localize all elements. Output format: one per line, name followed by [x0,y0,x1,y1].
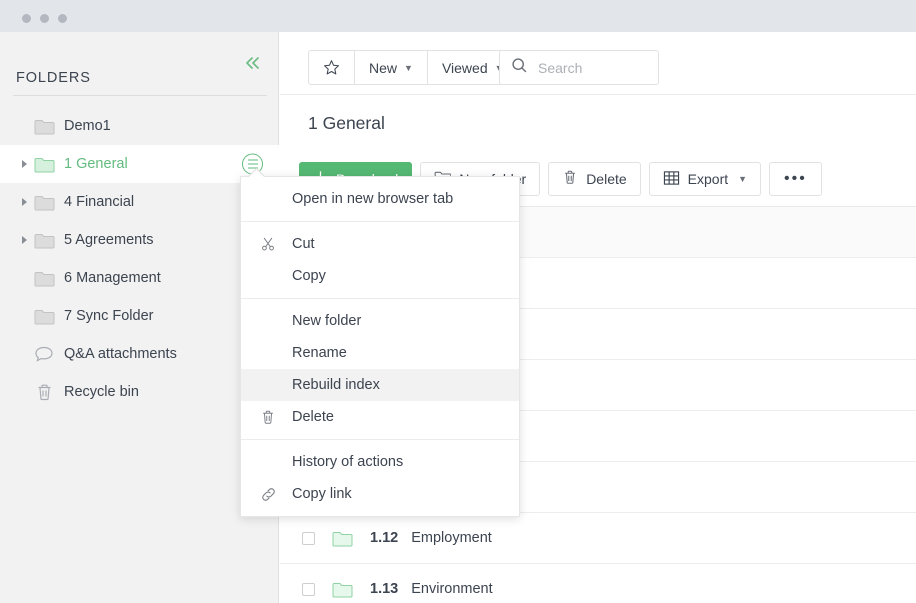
chevron-down-icon: ▼ [738,174,747,184]
table-row[interactable]: 1.12 Employment [280,513,916,564]
menu-item-history-of-actions[interactable]: History of actions [241,446,519,478]
viewed-label: Viewed [442,60,488,76]
collapse-sidebar-button[interactable] [242,52,264,74]
export-label: Export [688,171,728,187]
close-button[interactable] [22,14,31,23]
expand-caret-icon[interactable] [14,198,34,206]
sidebar-heading: FOLDERS [16,70,91,86]
menu-item-label: Rebuild index [282,377,380,393]
double-chevron-left-icon [243,55,263,71]
link-icon [254,486,282,503]
row-number: 1.12 [370,530,398,546]
table-row[interactable]: 1.13 Environment [280,564,916,603]
sidebar-item-5-agreements[interactable]: 5 Agreements [0,221,279,259]
folder-green-icon [332,581,354,598]
menu-item-copy[interactable]: Copy [241,260,519,292]
trash-icon [254,409,282,426]
menu-item-rebuild-index[interactable]: Rebuild index [241,369,519,401]
menu-item-label: Copy link [282,486,352,502]
menu-item-label: Delete [282,409,334,425]
menu-item-label: Cut [282,236,315,252]
folder-icon [34,232,60,249]
menu-item-label: Rename [282,345,347,361]
context-menu-section: History of actions Copy link [241,440,519,516]
sidebar-item-label: 4 Financial [60,194,134,210]
menu-item-rename[interactable]: Rename [241,337,519,369]
row-name: Environment [411,581,492,597]
menu-item-cut[interactable]: Cut [241,228,519,260]
sidebar-item-label: 1 General [60,156,128,172]
scissors-icon [254,236,282,252]
folder-tree: Demo1 1 General [0,107,279,411]
search-placeholder: Search [538,60,582,76]
folder-icon [34,194,60,211]
sidebar-item-label: Q&A attachments [60,346,177,362]
folder-icon [34,118,60,135]
menu-item-copy-link[interactable]: Copy link [241,478,519,510]
export-dropdown-button[interactable]: Export ▼ [649,162,761,196]
sidebar-divider [13,95,267,96]
more-actions-button[interactable]: ••• [769,162,822,196]
delete-button[interactable]: Delete [548,162,640,196]
favorite-button[interactable] [309,51,355,84]
trash-icon [562,169,578,189]
app-window: FOLDERS Demo1 [0,0,916,603]
folder-icon [34,308,60,325]
chevron-down-icon: ▼ [404,63,413,73]
menu-item-delete[interactable]: Delete [241,401,519,433]
menu-item-open-in-new-browser-tab[interactable]: Open in new browser tab [241,183,519,215]
top-toolbar: New ▼ Viewed ▼ Search [280,32,916,95]
folders-sidebar: FOLDERS Demo1 [0,32,279,603]
context-menu-section: New folder Rename Rebuild index Delet [241,299,519,440]
menu-item-new-folder[interactable]: New folder [241,305,519,337]
menu-item-label: Copy [282,268,326,284]
new-dropdown-button[interactable]: New ▼ [355,51,428,84]
minimize-button[interactable] [40,14,49,23]
context-menu-pointer [248,168,265,177]
sidebar-item-recycle-bin[interactable]: Recycle bin [0,373,279,411]
folder-icon [34,270,60,287]
expand-caret-icon[interactable] [14,236,34,244]
view-button-group: New ▼ Viewed ▼ [308,50,519,85]
row-number: 1.13 [370,581,398,597]
row-checkbox[interactable] [302,583,315,596]
table-grid-icon [663,170,680,189]
folder-context-menu: Open in new browser tab Cut Copy [240,176,520,517]
page-title: 1 General [308,113,385,134]
star-icon [323,59,340,76]
search-input[interactable]: Search [499,50,659,85]
folder-green-icon [34,156,60,173]
sidebar-item-qa-attachments[interactable]: Q&A attachments [0,335,279,373]
new-label: New [369,60,397,76]
maximize-button[interactable] [58,14,67,23]
window-titlebar [0,0,916,32]
expand-caret-icon[interactable] [14,160,34,168]
sidebar-item-demo1[interactable]: Demo1 [0,107,279,145]
search-icon [511,57,528,79]
menu-item-label: New folder [282,313,361,329]
window-controls [22,14,67,23]
sidebar-item-label: Recycle bin [60,384,139,400]
sidebar-item-label: 7 Sync Folder [60,308,153,324]
context-menu-section: Open in new browser tab [241,177,519,222]
delete-label: Delete [586,171,626,187]
sidebar-item-label: 6 Management [60,270,161,286]
sidebar-item-6-management[interactable]: 6 Management [0,259,279,297]
row-checkbox[interactable] [302,532,315,545]
sidebar-item-7-sync-folder[interactable]: 7 Sync Folder [0,297,279,335]
context-menu-section: Cut Copy [241,222,519,299]
sidebar-item-4-financial[interactable]: 4 Financial [0,183,279,221]
sidebar-item-label: Demo1 [60,118,111,134]
sidebar-item-label: 5 Agreements [60,232,153,248]
chat-bubble-icon [34,345,60,363]
sidebar-item-1-general[interactable]: 1 General [0,145,279,183]
menu-item-label: History of actions [282,454,403,470]
menu-item-label: Open in new browser tab [282,191,453,207]
trash-icon [34,383,60,402]
folder-green-icon [332,530,354,547]
row-name: Employment [411,530,492,546]
